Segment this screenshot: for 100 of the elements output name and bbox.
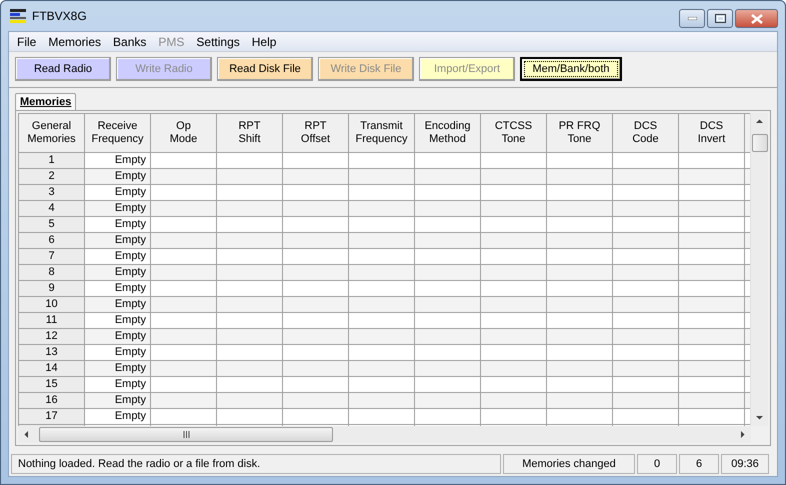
close-button[interactable] <box>735 9 778 28</box>
table-cell <box>679 249 745 265</box>
table-cell <box>415 233 481 249</box>
table-cell <box>217 153 283 169</box>
table-cell <box>349 249 415 265</box>
vertical-scrollbar[interactable] <box>750 113 768 426</box>
table-cell <box>151 169 217 185</box>
table-cell <box>217 361 283 377</box>
table-cell <box>481 297 547 313</box>
row-number: 12 <box>19 329 85 345</box>
table-cell <box>283 297 349 313</box>
toolbar-button[interactable]: Read Disk File <box>217 57 313 81</box>
status-time: 09:36 <box>721 454 769 474</box>
table-cell <box>349 409 415 425</box>
table-cell <box>217 185 283 201</box>
maximize-button[interactable] <box>707 9 733 28</box>
column-header[interactable]: DCS Code <box>613 114 679 153</box>
row-number: 9 <box>19 281 85 297</box>
table-cell <box>613 201 679 217</box>
table-cell <box>679 185 745 201</box>
row-number: 15 <box>19 377 85 393</box>
table-cell <box>217 201 283 217</box>
table-cell <box>349 297 415 313</box>
column-header[interactable]: DCS Invert <box>679 114 745 153</box>
scroll-up-icon[interactable] <box>756 118 763 125</box>
table-cell: Empty <box>85 265 151 281</box>
row-number: 16 <box>19 393 85 409</box>
scroll-thumb[interactable] <box>752 134 768 152</box>
table-cell <box>217 169 283 185</box>
table-cell <box>415 377 481 393</box>
table-cell <box>613 345 679 361</box>
menu-item[interactable]: Settings <box>190 34 246 48</box>
scroll-thumb[interactable] <box>39 427 333 442</box>
column-header[interactable]: RPT Offset <box>283 114 349 153</box>
table-cell <box>217 217 283 233</box>
table-cell <box>283 329 349 345</box>
menu-item[interactable]: File <box>11 34 42 48</box>
table-cell: Empty <box>85 297 151 313</box>
table-cell <box>217 345 283 361</box>
table-cell <box>283 345 349 361</box>
table-cell <box>679 201 745 217</box>
column-header[interactable]: Transmit Frequency <box>349 114 415 153</box>
table-cell <box>151 345 217 361</box>
table-cell <box>217 377 283 393</box>
table-cell <box>679 393 745 409</box>
table-cell <box>415 281 481 297</box>
menu-item[interactable]: Banks <box>107 34 152 48</box>
table-cell <box>679 233 745 249</box>
minimize-button[interactable] <box>679 9 705 28</box>
row-number: 11 <box>19 313 85 329</box>
scroll-right-icon[interactable] <box>739 431 746 438</box>
table-cell <box>151 249 217 265</box>
table-cell <box>547 329 613 345</box>
scroll-left-icon[interactable] <box>23 431 30 438</box>
table-cell <box>481 185 547 201</box>
toolbar-button[interactable]: Read Radio <box>15 57 111 81</box>
toolbar-button[interactable]: Mem/Bank/both <box>520 57 622 81</box>
table-cell <box>283 393 349 409</box>
table-cell <box>481 329 547 345</box>
table-cell <box>151 361 217 377</box>
table-cell <box>151 185 217 201</box>
tab[interactable]: Memories <box>15 93 76 110</box>
table-cell <box>217 249 283 265</box>
column-header[interactable]: CTCSS Tone <box>481 114 547 153</box>
table-cell: Empty <box>85 233 151 249</box>
table-cell <box>679 329 745 345</box>
table-cell <box>481 265 547 281</box>
column-header[interactable]: Encoding Method <box>415 114 481 153</box>
table-cell <box>547 297 613 313</box>
table-cell <box>613 393 679 409</box>
column-header[interactable]: Op Mode <box>151 114 217 153</box>
table-cell <box>613 361 679 377</box>
horizontal-scrollbar[interactable] <box>18 426 751 443</box>
table-cell <box>613 185 679 201</box>
column-header[interactable]: RPT Shift <box>217 114 283 153</box>
table-cell <box>415 313 481 329</box>
table-cell <box>613 217 679 233</box>
table-cell <box>547 249 613 265</box>
table-cell <box>613 377 679 393</box>
table-cell <box>481 281 547 297</box>
table-cell <box>547 233 613 249</box>
column-header[interactable]: PR FRQ Tone <box>547 114 613 153</box>
row-number: 1 <box>19 153 85 169</box>
menu-item[interactable]: Memories <box>42 34 108 48</box>
table-cell <box>217 409 283 425</box>
column-header[interactable]: Receive Frequency <box>85 114 151 153</box>
menu-item[interactable]: Help <box>246 34 282 48</box>
table-cell <box>283 185 349 201</box>
table-cell <box>283 217 349 233</box>
row-number: 13 <box>19 345 85 361</box>
table-cell: Empty <box>85 361 151 377</box>
table-cell <box>547 345 613 361</box>
column-header[interactable]: General Memories <box>19 114 85 153</box>
table-cell <box>547 409 613 425</box>
table-cell <box>283 265 349 281</box>
scroll-down-icon[interactable] <box>756 414 763 421</box>
row-number: 7 <box>19 249 85 265</box>
table-cell <box>217 313 283 329</box>
table-cell <box>217 265 283 281</box>
table-cell <box>349 185 415 201</box>
